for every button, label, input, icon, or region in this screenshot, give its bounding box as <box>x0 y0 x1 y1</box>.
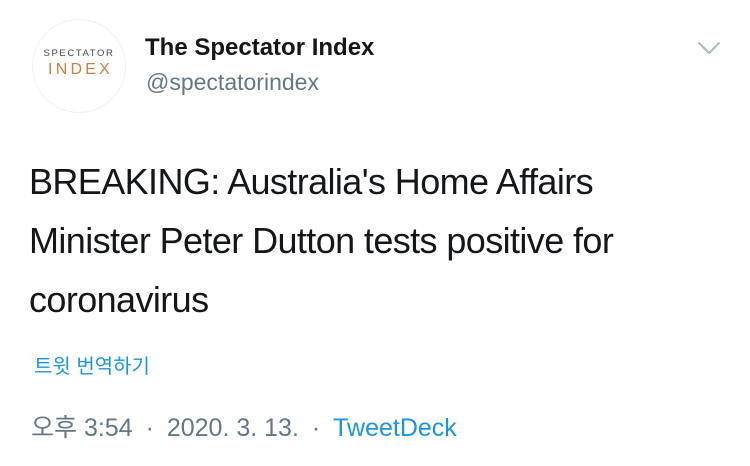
author-handle[interactable]: @spectatorindex <box>146 68 319 96</box>
author-display-name[interactable]: The Spectator Index <box>145 33 374 63</box>
tweet-meta: 오후 3:54 · 2020. 3. 13. · TweetDeck <box>31 412 457 444</box>
tweet-source-link[interactable]: TweetDeck <box>333 414 457 442</box>
tweet-time[interactable]: 오후 3:54 <box>31 414 133 442</box>
tweet-text: BREAKING: Australia's Home Affairs Minis… <box>29 161 614 320</box>
avatar-logo-top-text: SPECTATOR <box>43 48 115 59</box>
meta-separator: · <box>145 414 154 442</box>
tweet-date[interactable]: 2020. 3. 13. <box>167 414 299 442</box>
tweet-card: SPECTATOR INDEX The Spectator Index @spe… <box>0 0 750 466</box>
avatar[interactable]: SPECTATOR INDEX <box>32 19 126 113</box>
chevron-down-icon <box>698 42 720 54</box>
meta-separator: · <box>311 414 321 442</box>
avatar-logo-bottom-text: INDEX <box>48 61 113 78</box>
translate-tweet-link[interactable]: 트윗 번역하기 <box>34 354 150 380</box>
tweet-menu-button[interactable] <box>695 37 723 59</box>
